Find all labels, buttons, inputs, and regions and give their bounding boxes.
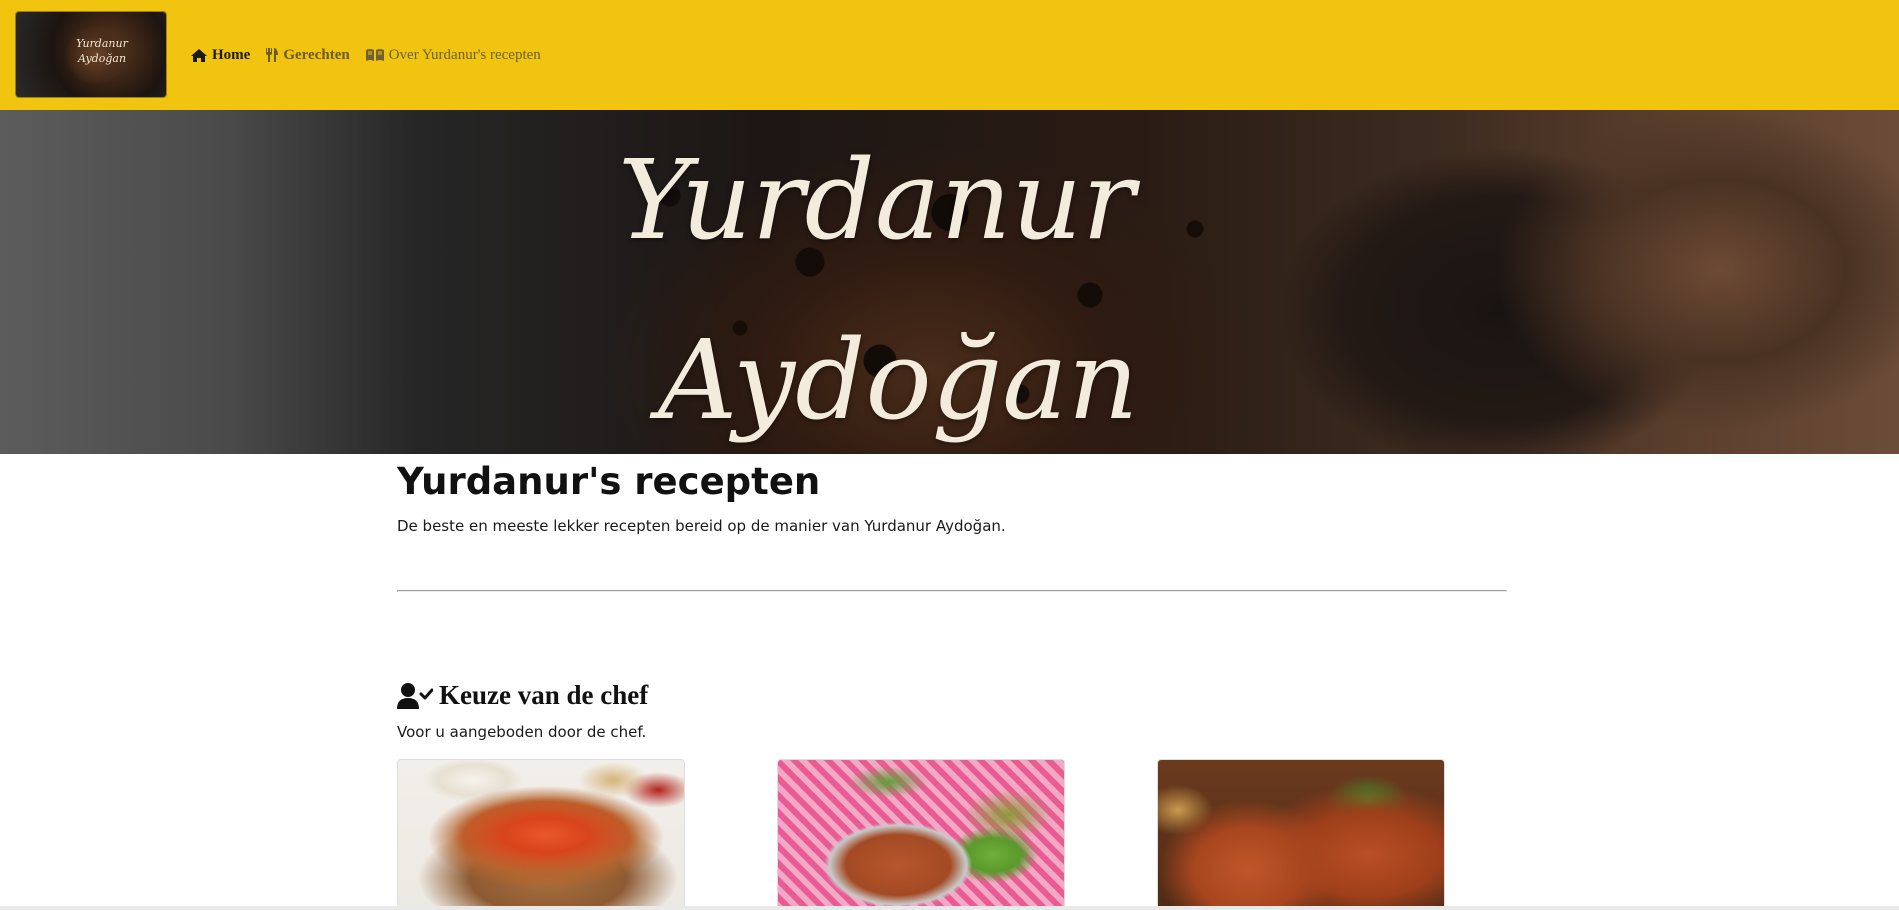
main-nav: Home Gerechten Over Yurdanur's recepten xyxy=(190,44,556,66)
hero-banner: Yurdanur Aydoğan xyxy=(0,110,1899,454)
recipe-card[interactable] xyxy=(397,759,685,910)
recipe-image-menemen[interactable] xyxy=(398,760,684,910)
section-title-chef: Keuze van de chef xyxy=(397,680,648,711)
nav-item-gerechten[interactable]: Gerechten xyxy=(265,46,350,64)
section-title-text: Keuze van de chef xyxy=(439,680,649,710)
recipe-card[interactable] xyxy=(777,759,1065,910)
recipe-image-kisir[interactable] xyxy=(778,760,1064,910)
recipe-image-lahmacun[interactable] xyxy=(1158,760,1444,910)
home-icon xyxy=(191,48,207,62)
utensils-icon xyxy=(266,48,279,62)
window-bottom-edge xyxy=(0,906,1899,910)
section-subtitle: Voor u aangeboden door de chef. xyxy=(397,723,647,741)
nav-item-label: Over Yurdanur's recepten xyxy=(388,46,541,63)
brand-logo-text: Yurdanur Aydoğan xyxy=(76,37,128,65)
nav-item-label: Gerechten xyxy=(283,46,350,63)
brand-logo[interactable]: Yurdanur Aydoğan xyxy=(16,12,166,97)
navbar: Yurdanur Aydoğan Home Gerechten Over Yur… xyxy=(0,0,1899,110)
nav-item-label: Home xyxy=(212,46,251,63)
divider xyxy=(397,590,1507,592)
nav-item-over[interactable]: Over Yurdanur's recepten xyxy=(365,47,541,64)
recipe-card[interactable] xyxy=(1157,759,1445,910)
book-open-icon xyxy=(365,49,384,61)
hero-title: Yurdanur Aydoğan xyxy=(618,110,1318,454)
hero-title-line1: Yurdanur xyxy=(618,136,1135,264)
page-subtitle: De beste en meeste lekker recepten berei… xyxy=(397,517,1006,535)
page-title: Yurdanur's recepten xyxy=(397,460,821,503)
nav-item-home[interactable]: Home xyxy=(190,47,250,64)
user-check-icon xyxy=(397,682,433,709)
hero-title-line2: Aydoğan xyxy=(658,316,1139,444)
